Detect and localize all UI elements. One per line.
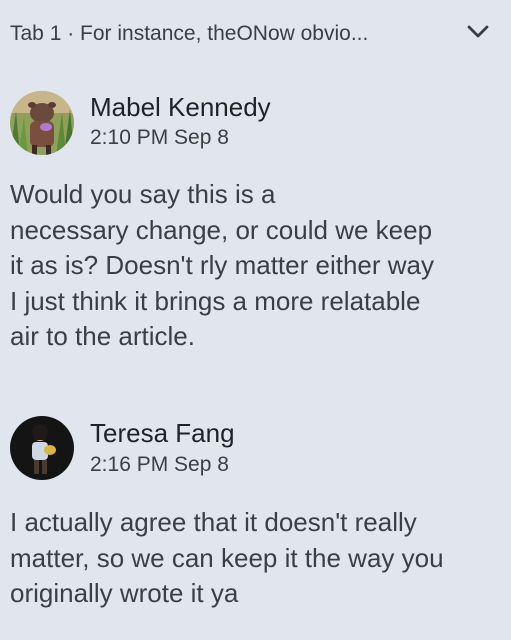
avatar: [10, 91, 74, 155]
comment-author: Teresa Fang: [90, 418, 235, 448]
comment-body: I actually agree that it doesn't really …: [10, 507, 444, 608]
tab-title: Tab 1 · For instance, theONow obvio...: [10, 22, 369, 45]
comment-timestamp: 2:16 PM Sep 8: [90, 453, 229, 476]
comment-body: Would you say this is a necessary change…: [10, 179, 434, 351]
comment-thread-header: Tab 1 · For instance, theONow obvio...: [0, 0, 511, 66]
comment-timestamp: 2:10 PM Sep 8: [90, 126, 229, 149]
chevron-down-icon[interactable]: [462, 18, 494, 46]
avatar: [10, 416, 74, 480]
comment-author: Mabel Kennedy: [90, 92, 271, 122]
